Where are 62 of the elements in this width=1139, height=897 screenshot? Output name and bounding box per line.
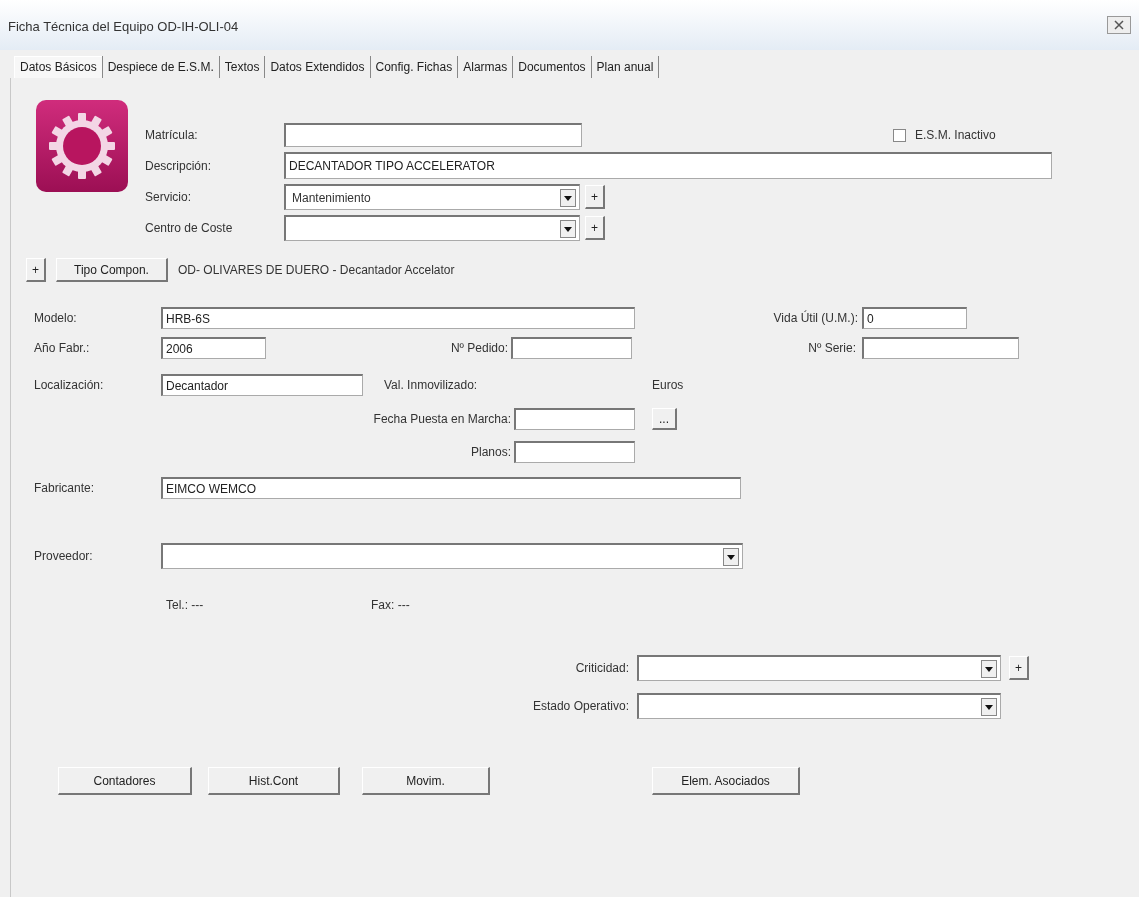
add-button[interactable]: + [1009,656,1029,680]
gear-icon [36,100,128,192]
servicio-dropdown[interactable]: Mantenimiento [284,184,580,210]
field-label: Proveedor: [34,549,94,563]
tab[interactable]: Datos Extendidos [265,56,371,78]
add-button[interactable]: + [585,216,605,240]
close-icon [1114,20,1124,30]
field-label: Matrícula: [145,128,199,142]
combo-value: Mantenimiento [292,190,371,205]
anio-fabr-field[interactable]: 2006 [161,337,266,359]
localizacion-field[interactable]: Decantador [161,374,363,396]
field-label: Centro de Coste [145,221,234,235]
date-picker-button[interactable]: ... [652,408,677,430]
field-label: Fabricante: [34,481,96,495]
tab[interactable]: Datos Básicos [14,56,103,78]
field-label: Nº Serie: [807,341,857,355]
window-title: Ficha Técnica del Equipo OD-IH-OLI-04 [8,18,239,34]
currency-unit: Euros [652,378,684,392]
field-label: Modelo: [34,311,78,325]
modelo-field[interactable]: HRB-6S [161,307,635,329]
planos-field[interactable] [514,441,635,463]
descripcion-field[interactable]: DECANTADOR TIPO ACCELERATOR [284,152,1052,179]
serie-field[interactable] [862,337,1019,359]
action-button[interactable]: Contadores [58,767,192,795]
phone-text: Tel.: --- [166,598,205,612]
checkbox[interactable] [893,128,906,142]
criticidad-dropdown[interactable] [637,655,1001,681]
centro-coste-dropdown[interactable] [284,215,580,241]
tab[interactable]: Alarmas [458,56,514,78]
checkbox-label: E.S.M. Inactivo [915,128,996,142]
tipo-compon-button[interactable]: Tipo Compon. [56,258,168,282]
add-button[interactable]: + [585,185,605,209]
vida-util-field[interactable]: 0 [862,307,967,329]
estado-operativo-dropdown[interactable] [637,693,1001,719]
component-description: OD- OLIVARES DE DUERO - Decantador Accelator [178,263,455,277]
close-button[interactable] [1107,16,1131,34]
tab[interactable]: Documentos [513,56,592,78]
tab[interactable]: Textos [219,56,266,78]
tab[interactable]: Plan anual [591,56,660,78]
field-label: Nº Pedido: [449,341,509,355]
proveedor-dropdown[interactable] [161,543,743,569]
fax-text: Fax: --- [371,598,410,612]
field-label: Val. Inmovilizado: [384,378,479,392]
add-button[interactable]: + [26,258,46,282]
field-label: Planos: [469,445,512,459]
fecha-field[interactable] [514,408,635,430]
field-label: Servicio: [145,190,192,204]
action-button[interactable]: Elem. Asociados [652,767,800,795]
action-button[interactable]: Hist.Cont [208,767,340,795]
field-label: Año Fabr.: [34,341,91,355]
field-label: Vida Útil (U.M.): [772,311,859,325]
action-button[interactable]: Movim. [362,767,490,795]
field-label: Estado Operativo: [531,699,630,713]
tab[interactable]: Despiece de E.S.M. [102,56,220,78]
matricula-field[interactable] [284,123,582,147]
field-label: Criticidad: [574,661,630,675]
tab[interactable]: Config. Fichas [370,56,459,78]
field-label: Descripción: [145,158,213,173]
pedido-field[interactable] [511,337,632,359]
fabricante-field[interactable]: EIMCO WEMCO [161,477,741,499]
field-label: Localización: [34,378,105,392]
field-label: Fecha Puesta en Marcha: [372,412,512,426]
